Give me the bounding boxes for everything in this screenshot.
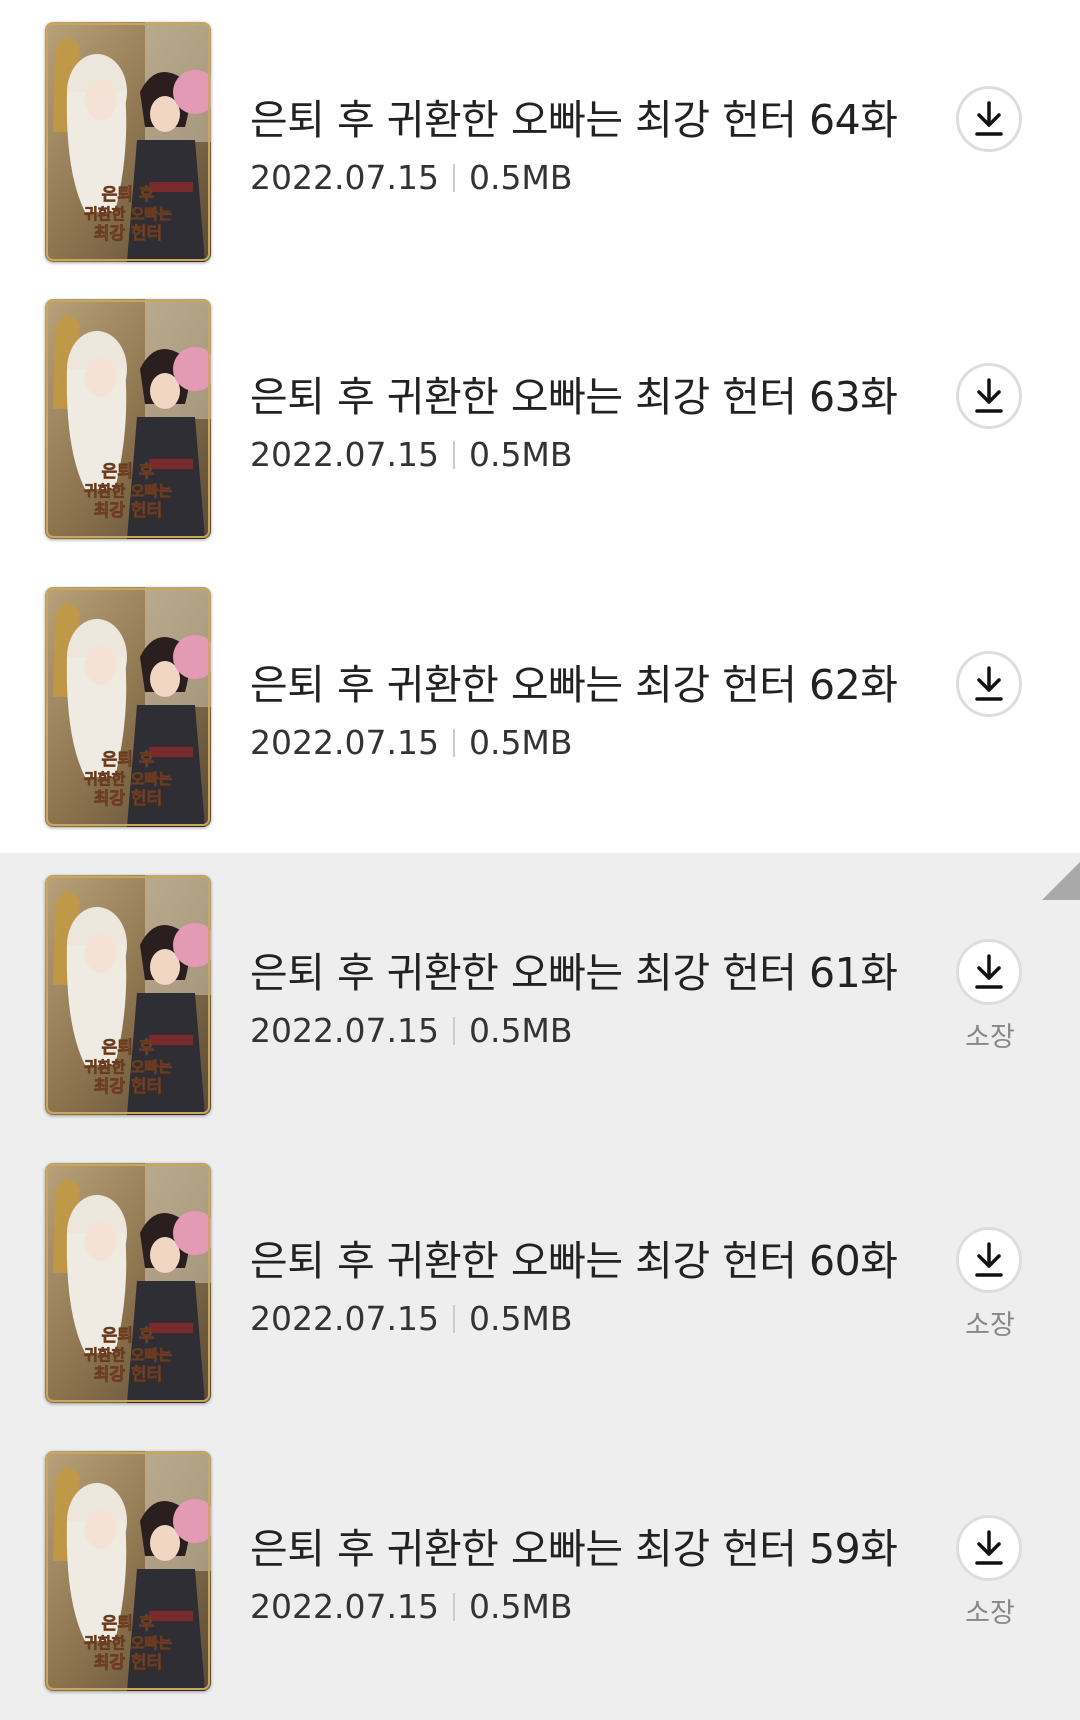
episode-title[interactable]: 은퇴 후 귀환한 오빠는 최강 헌터 59화: [250, 1515, 898, 1575]
svg-text:최강 헌터: 최강 헌터: [94, 1365, 162, 1385]
svg-text:최강 헌터: 최강 헌터: [94, 224, 162, 244]
svg-text:은퇴 후: 은퇴 후: [102, 1325, 155, 1346]
episode-row-owned[interactable]: 은퇴 후 귀환한 오빠는 최강 헌터 은퇴 후 귀환한 오빠는 최강 헌터 61화 …: [0, 853, 1080, 1141]
episode-row-owned[interactable]: 은퇴 후 귀환한 오빠는 최강 헌터 은퇴 후 귀환한 오빠는 최강 헌터 60화 …: [0, 1141, 1080, 1429]
episode-date: 2022.07.15: [250, 1587, 439, 1626]
download-icon: [975, 954, 1003, 989]
svg-text:최강 헌터: 최강 헌터: [94, 501, 162, 521]
svg-text:귀환한 오빠는: 귀환한 오빠는: [84, 770, 172, 788]
episode-meta: 2022.07.15 0.5MB: [250, 1011, 573, 1050]
episode-title[interactable]: 은퇴 후 귀환한 오빠는 최강 헌터 61화: [250, 939, 898, 999]
svg-text:귀환한 오빠는: 귀환한 오빠는: [84, 482, 172, 500]
meta-divider: [452, 1592, 455, 1621]
episode-date: 2022.07.15: [250, 1299, 439, 1338]
download-icon: [975, 666, 1003, 701]
cover-illustration: 은퇴 후귀환한 오빠는최강 헌터: [45, 1163, 211, 1403]
episode-meta: 2022.07.15 0.5MB: [250, 435, 573, 474]
episode-date: 2022.07.15: [250, 723, 439, 762]
episode-file-size: 0.5MB: [468, 723, 573, 762]
folded-corner-marker: [1042, 862, 1080, 900]
owned-label: 소장: [965, 1022, 1015, 1053]
download-button[interactable]: [956, 363, 1022, 429]
episode-file-size: 0.5MB: [468, 435, 573, 474]
episode-file-size: 0.5MB: [468, 1011, 573, 1050]
cover-illustration: 은퇴 후귀환한 오빠는최강 헌터: [45, 22, 211, 262]
episode-title[interactable]: 은퇴 후 귀환한 오빠는 최강 헌터 64화: [250, 86, 898, 146]
download-button[interactable]: [956, 939, 1022, 1005]
episode-row[interactable]: 은퇴 후 귀환한 오빠는 최강 헌터 은퇴 후 귀환한 오빠는 최강 헌터 63화 …: [0, 277, 1080, 565]
download-button[interactable]: [956, 86, 1022, 152]
download-button[interactable]: [956, 1227, 1022, 1293]
cover-illustration: 은퇴 후귀환한 오빠는최강 헌터: [45, 299, 211, 539]
svg-text:은퇴 후: 은퇴 후: [102, 1037, 155, 1058]
episode-date: 2022.07.15: [250, 158, 439, 197]
svg-text:최강 헌터: 최강 헌터: [94, 789, 162, 809]
episode-meta: 2022.07.15 0.5MB: [250, 723, 573, 762]
meta-divider: [452, 1016, 455, 1045]
download-icon: [975, 101, 1003, 136]
svg-text:최강 헌터: 최강 헌터: [94, 1077, 162, 1097]
episode-cover-thumbnail[interactable]: 은퇴 후 귀환한 오빠는 최강 헌터: [45, 22, 211, 262]
episode-cover-thumbnail[interactable]: 은퇴 후 귀환한 오빠는 최강 헌터: [45, 875, 211, 1115]
episode-cover-thumbnail[interactable]: 은퇴 후 귀환한 오빠는 최강 헌터: [45, 587, 211, 827]
owned-label: 소장: [965, 1310, 1015, 1341]
episode-cover-thumbnail[interactable]: 은퇴 후 귀환한 오빠는 최강 헌터: [45, 1451, 211, 1691]
svg-text:은퇴 후: 은퇴 후: [102, 461, 155, 482]
cover-illustration: 은퇴 후귀환한 오빠는최강 헌터: [45, 1451, 211, 1691]
svg-text:최강 헌터: 최강 헌터: [94, 1653, 162, 1673]
svg-text:귀환한 오빠는: 귀환한 오빠는: [84, 205, 172, 223]
meta-divider: [452, 440, 455, 469]
meta-divider: [452, 728, 455, 757]
episode-meta: 2022.07.15 0.5MB: [250, 158, 573, 197]
download-button[interactable]: [956, 1515, 1022, 1581]
download-icon: [975, 1530, 1003, 1565]
svg-text:은퇴 후: 은퇴 후: [102, 749, 155, 770]
episode-row[interactable]: 은퇴 후 귀환한 오빠는 최강 헌터 은퇴 후 귀환한 오빠는 최강 헌터 64화 …: [0, 0, 1080, 277]
episode-title[interactable]: 은퇴 후 귀환한 오빠는 최강 헌터 62화: [250, 651, 898, 711]
episode-list: 은퇴 후 귀환한 오빠는 최강 헌터 은퇴 후 귀환한 오빠는 최강 헌터 64화 …: [0, 0, 1080, 1720]
episode-meta: 2022.07.15 0.5MB: [250, 1299, 573, 1338]
meta-divider: [452, 163, 455, 192]
episode-file-size: 0.5MB: [468, 1299, 573, 1338]
meta-divider: [452, 1304, 455, 1333]
episode-cover-thumbnail[interactable]: 은퇴 후 귀환한 오빠는 최강 헌터: [45, 299, 211, 539]
episode-file-size: 0.5MB: [468, 158, 573, 197]
episode-row-owned[interactable]: 은퇴 후 귀환한 오빠는 최강 헌터 은퇴 후 귀환한 오빠는 최강 헌터 59화 …: [0, 1429, 1080, 1720]
svg-text:귀환한 오빠는: 귀환한 오빠는: [84, 1058, 172, 1076]
svg-text:은퇴 후: 은퇴 후: [102, 1613, 155, 1634]
episode-date: 2022.07.15: [250, 1011, 439, 1050]
download-icon: [975, 1242, 1003, 1277]
cover-illustration: 은퇴 후귀환한 오빠는최강 헌터: [45, 875, 211, 1115]
download-button[interactable]: [956, 651, 1022, 717]
svg-text:귀환한 오빠는: 귀환한 오빠는: [84, 1346, 172, 1364]
svg-text:귀환한 오빠는: 귀환한 오빠는: [84, 1634, 172, 1652]
download-icon: [975, 378, 1003, 413]
episode-meta: 2022.07.15 0.5MB: [250, 1587, 573, 1626]
svg-text:은퇴 후: 은퇴 후: [102, 184, 155, 205]
owned-label: 소장: [965, 1598, 1015, 1629]
episode-row[interactable]: 은퇴 후 귀환한 오빠는 최강 헌터 은퇴 후 귀환한 오빠는 최강 헌터 62화 …: [0, 565, 1080, 853]
episode-date: 2022.07.15: [250, 435, 439, 474]
cover-illustration: 은퇴 후귀환한 오빠는최강 헌터: [45, 587, 211, 827]
episode-title[interactable]: 은퇴 후 귀환한 오빠는 최강 헌터 63화: [250, 363, 898, 423]
episode-title[interactable]: 은퇴 후 귀환한 오빠는 최강 헌터 60화: [250, 1227, 898, 1287]
episode-cover-thumbnail[interactable]: 은퇴 후 귀환한 오빠는 최강 헌터: [45, 1163, 211, 1403]
episode-file-size: 0.5MB: [468, 1587, 573, 1626]
